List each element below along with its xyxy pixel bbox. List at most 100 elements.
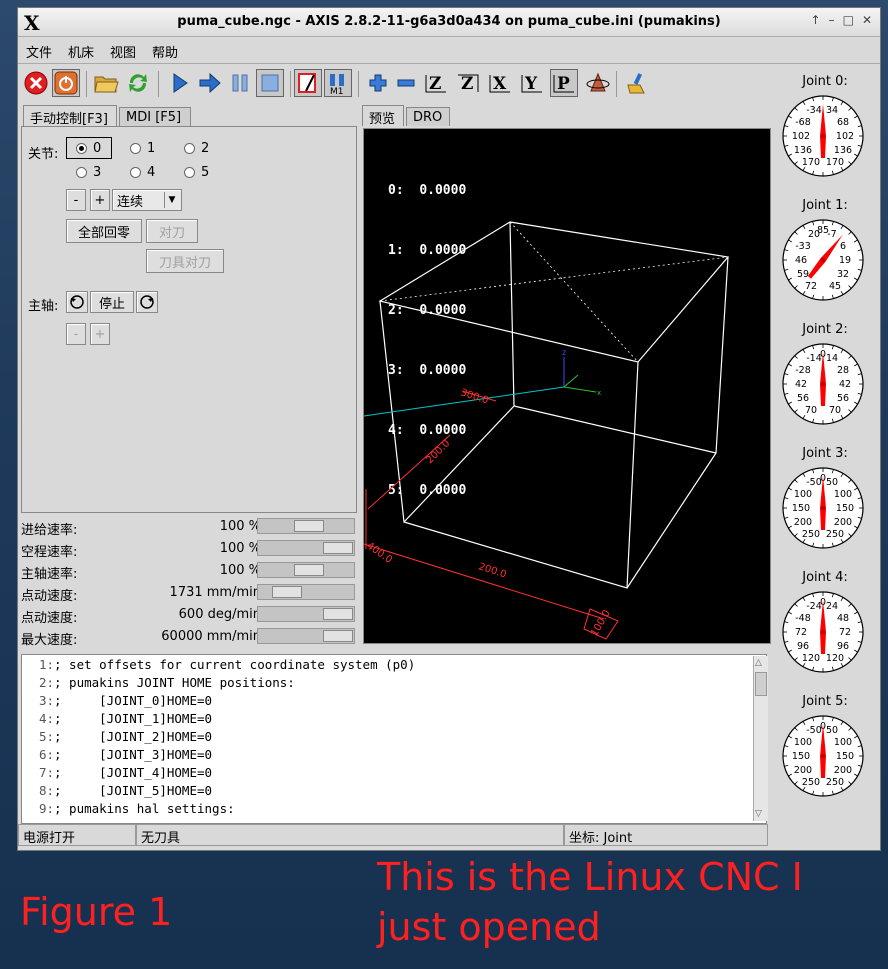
line-text: ; set offsets for current coordinate sys…: [54, 657, 416, 672]
tab-preview[interactable]: 预览: [362, 105, 404, 127]
code-line[interactable]: 1:; set offsets for current coordinate s…: [22, 657, 415, 675]
window-minimize-button[interactable]: –: [829, 13, 835, 27]
override-slider[interactable]: [257, 606, 355, 622]
optional-stop-icon[interactable]: M1: [324, 69, 352, 97]
code-line[interactable]: 9:; pumakins hal settings:: [22, 801, 235, 819]
code-line[interactable]: 6:; [JOINT_3]HOME=0: [22, 747, 212, 765]
jog-mode-select[interactable]: 连续 ▼: [112, 189, 182, 211]
home-all-button[interactable]: 全部回零: [66, 219, 142, 243]
gauge-dial: 20 -7-33 646 1959 3272 4585: [782, 219, 864, 301]
rotate-icon[interactable]: [584, 69, 612, 97]
joint-radio-4[interactable]: 4: [130, 165, 155, 180]
gauge-tick-label: 136: [834, 145, 852, 156]
jog-plus-button[interactable]: +: [90, 189, 110, 211]
tab-dro[interactable]: DRO: [406, 107, 450, 126]
joint-radio-5[interactable]: 5: [184, 165, 209, 180]
slider-thumb[interactable]: [294, 520, 325, 532]
spindle-stop-button[interactable]: 停止: [90, 291, 134, 313]
stop-icon[interactable]: [256, 69, 284, 97]
view-y-icon[interactable]: Y: [518, 69, 546, 97]
gauge-tick-label: 72: [805, 281, 817, 292]
zoom-out-icon[interactable]: [392, 69, 420, 97]
joint-radio-1[interactable]: 1: [130, 141, 155, 156]
menu-help[interactable]: 帮助: [144, 37, 186, 66]
spindle-reverse-icon[interactable]: [66, 291, 88, 313]
joint-radio-0[interactable]: 0: [76, 141, 101, 156]
slider-thumb[interactable]: [323, 542, 353, 554]
menu-view[interactable]: 视图: [102, 37, 144, 66]
scroll-thumb[interactable]: [755, 672, 767, 696]
override-slider[interactable]: [257, 584, 355, 600]
tab-mdi[interactable]: MDI [F5]: [119, 107, 191, 126]
slider-value: 100 %: [219, 541, 261, 556]
view-z2-icon[interactable]: Z: [454, 69, 482, 97]
gauge-tick-label: 102: [792, 131, 810, 142]
gauge-tick-label: 96: [837, 641, 849, 652]
line-text: ; [JOINT_5]HOME=0: [54, 783, 213, 798]
code-line[interactable]: 8:; [JOINT_5]HOME=0: [22, 783, 212, 801]
code-line[interactable]: 4:; [JOINT_1]HOME=0: [22, 711, 212, 729]
joint-gauge-1: Joint 1: 20 -7 -33 6 46 19 59 32 72 45 85: [771, 196, 879, 316]
code-line[interactable]: 5:; [JOINT_2]HOME=0: [22, 729, 212, 747]
code-line[interactable]: 7:; [JOINT_4]HOME=0: [22, 765, 212, 783]
tool-touch-off-button[interactable]: 刀具对刀: [146, 249, 224, 273]
gauge-tick-label: 59: [797, 269, 809, 280]
menu-file[interactable]: 文件: [18, 37, 60, 66]
slider-thumb[interactable]: [323, 608, 353, 620]
override-slider[interactable]: [257, 628, 355, 644]
gauge-tick-label: 48: [837, 613, 849, 624]
tab-manual-control[interactable]: 手动控制[F3]: [23, 105, 117, 127]
spindle-minus-button[interactable]: -: [66, 323, 86, 345]
power-icon[interactable]: [52, 69, 80, 97]
window-close-button[interactable]: ✕: [862, 13, 872, 27]
touch-off-button[interactable]: 对刀: [146, 219, 198, 243]
svg-text:P: P: [557, 74, 570, 94]
joint-radio-2[interactable]: 2: [184, 141, 209, 156]
rapid-moves: [379, 221, 729, 363]
zoom-in-icon[interactable]: [364, 69, 392, 97]
gauge-tick-label: 6: [840, 241, 846, 252]
estop-icon[interactable]: [22, 69, 50, 97]
gauge-tick-label: 200: [834, 765, 852, 776]
override-slider[interactable]: [257, 540, 355, 556]
view-z-icon[interactable]: Z: [422, 69, 450, 97]
line-text: ; [JOINT_1]HOME=0: [54, 711, 213, 726]
code-line[interactable]: 3:; [JOINT_0]HOME=0: [22, 693, 212, 711]
slider-thumb[interactable]: [323, 630, 353, 642]
dim-label-diag: 200.0: [424, 438, 452, 466]
override-slider[interactable]: [257, 518, 355, 534]
gauge-dial: -2424-4848727296961201200: [782, 591, 864, 673]
radio-selected-icon: [76, 143, 87, 154]
jog-minus-button[interactable]: -: [66, 189, 86, 211]
slider-thumb[interactable]: [271, 586, 302, 598]
manual-control-panel: 关节: 0 1 2 3 4 5 - + 连续 ▼ 全部回零 对刀 刀具对刀 主轴…: [21, 126, 357, 513]
clear-plot-icon[interactable]: [622, 69, 650, 97]
open-file-icon[interactable]: [92, 69, 120, 97]
gcode-listing[interactable]: 1:; set offsets for current coordinate s…: [21, 654, 767, 824]
window-maximize-button[interactable]: □: [843, 13, 854, 27]
reload-icon[interactable]: [124, 69, 152, 97]
block-delete-icon[interactable]: [294, 69, 322, 97]
spindle-forward-icon[interactable]: [136, 291, 158, 313]
joint-gauge-5: Joint 5:-50501001001501502002002502500: [771, 692, 879, 812]
override-slider[interactable]: [257, 562, 355, 578]
view-p-icon[interactable]: P: [550, 69, 578, 97]
status-bar: 电源打开 无刀具 坐标: Joint: [18, 824, 768, 846]
run-icon[interactable]: [166, 69, 194, 97]
window-up-button[interactable]: ↑: [811, 13, 821, 27]
svg-text:Z: Z: [461, 74, 473, 94]
scroll-down-icon[interactable]: ▽: [755, 809, 762, 819]
view-x-icon[interactable]: X: [486, 69, 514, 97]
gauge-tick-label: 200: [834, 517, 852, 528]
code-line[interactable]: 2:; pumakins JOINT HOME positions:: [22, 675, 295, 693]
scroll-up-icon[interactable]: △: [755, 658, 762, 668]
code-scrollbar[interactable]: △ ▽: [753, 656, 768, 821]
slider-label: 空程速率:: [21, 545, 78, 560]
pause-icon[interactable]: [226, 69, 254, 97]
step-icon[interactable]: [196, 69, 224, 97]
joint-radio-3[interactable]: 3: [76, 165, 101, 180]
menu-machine[interactable]: 机床: [60, 37, 102, 66]
spindle-plus-button[interactable]: +: [90, 323, 110, 345]
slider-thumb[interactable]: [294, 564, 325, 576]
preview-canvas[interactable]: 0: 0.0000 1: 0.0000 2: 0.0000 3: 0.0000 …: [363, 128, 771, 644]
